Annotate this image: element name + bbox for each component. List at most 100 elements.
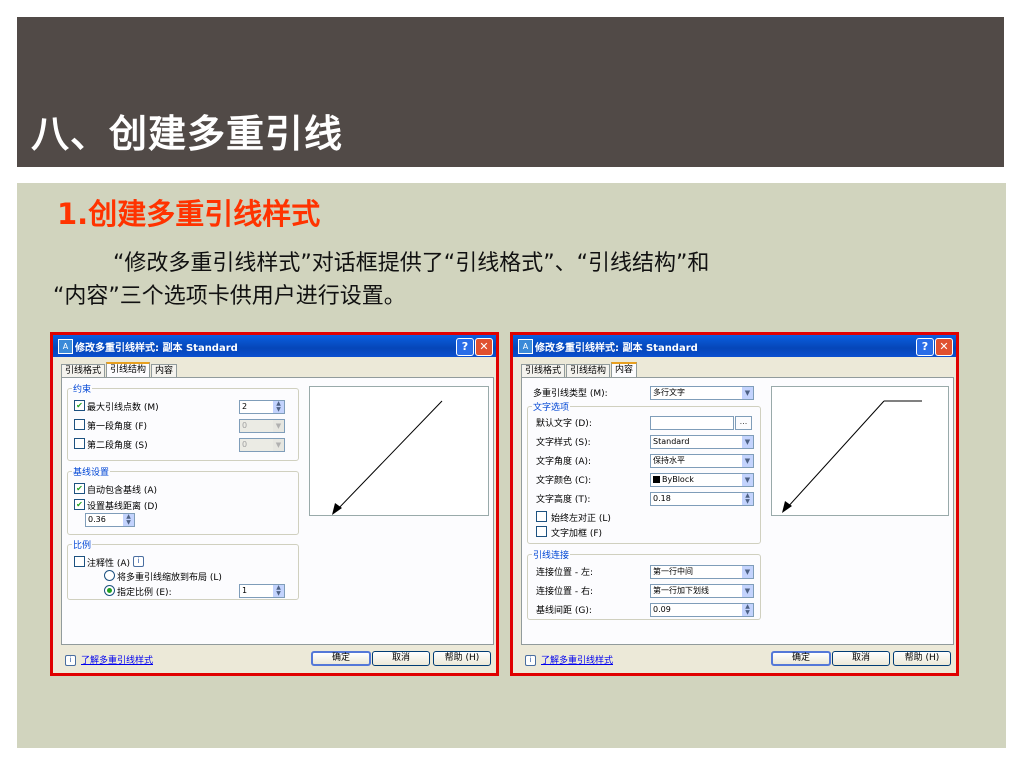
text-color-label: 文字颜色 (C): [536, 476, 592, 486]
slide-subtitle: 1.创建多重引线样式 [57, 197, 321, 231]
title-bar[interactable]: A 修改多重引线样式: 副本 Standard ? ✕ [513, 335, 956, 357]
second-angle-label: 第二段角度 (S) [87, 441, 148, 451]
content-preview-drawing [782, 400, 922, 513]
mleader-type-label: 多重引线类型 (M): [533, 389, 608, 399]
attach-right-label: 连接位置 - 右: [536, 587, 594, 597]
landing-gap-spinner[interactable]: 0.09 ▲ ▼ [650, 603, 754, 617]
tab-strip: 引线格式 引线结构 内容 [61, 362, 178, 380]
info-icon: i [65, 655, 76, 666]
help-title-button[interactable]: ? [456, 338, 474, 356]
max-points-label: 最大引线点数 (M) [87, 403, 159, 413]
attach-right-select[interactable]: 第一行加下划线 ▼ [650, 584, 754, 598]
title-bar[interactable]: A 修改多重引线样式: 副本 Standard ? ✕ [53, 335, 496, 357]
dialog-leader-structure: A 修改多重引线样式: 副本 Standard ? ✕ 引线格式 引线结构 内容… [50, 332, 499, 676]
close-icon[interactable]: ✕ [935, 338, 953, 356]
learn-mleader-style-link[interactable]: 了解多重引线样式 [541, 653, 613, 666]
first-angle-label: 第一段角度 (F) [87, 422, 148, 432]
chevron-down-icon: ▼ [273, 420, 284, 432]
autocad-app-icon: A [518, 339, 533, 354]
text-angle-label: 文字角度 (A): [536, 457, 592, 467]
color-swatch [653, 476, 660, 483]
spinner-arrows-icon[interactable]: ▲ ▼ [273, 401, 284, 413]
scale-to-layout-label: 将多重引线缩放到布局 (L) [117, 573, 222, 583]
dialog-title: 修改多重引线样式: 副本 Standard [75, 343, 238, 354]
landing-gap-label: 基线间距 (G): [536, 606, 592, 616]
attach-left-select[interactable]: 第一行中间 ▼ [650, 565, 754, 579]
specify-scale-value: 1 [242, 586, 248, 595]
group-title: 引线连接 [532, 548, 571, 561]
group-title: 约束 [72, 382, 93, 395]
slide-header: 八、创建多重引线 [17, 17, 1004, 167]
text-frame-label: 文字加框 (F) [551, 529, 603, 539]
attach-left-label: 连接位置 - 左: [536, 568, 594, 578]
help-button[interactable]: 帮助 (H) [893, 651, 951, 666]
auto-include-landing-checkbox[interactable]: ✔ [74, 483, 85, 494]
autocad-app-icon: A [58, 339, 73, 354]
help-button[interactable]: 帮助 (H) [433, 651, 491, 666]
chevron-down-icon: ▼ [742, 455, 753, 467]
chevron-down-icon: ▼ [742, 585, 753, 597]
text-height-label: 文字高度 (T): [536, 495, 591, 505]
spinner-arrows-icon[interactable]: ▲ ▼ [273, 585, 284, 597]
tab-panel: 多重引线类型 (M): 多行文字 ▼ 文字选项 默认文字 (D): ... 文字… [521, 377, 954, 645]
help-title-button[interactable]: ? [916, 338, 934, 356]
second-angle-select[interactable]: 0 ▼ [239, 438, 285, 452]
dialog-content: A 修改多重引线样式: 副本 Standard ? ✕ 引线格式 引线结构 内容… [510, 332, 959, 676]
landing-distance-value: 0.36 [88, 515, 106, 524]
tab-leader-structure[interactable]: 引线结构 [566, 364, 611, 378]
slide-content: 1.创建多重引线样式 “修改多重引线样式”对话框提供了“引线格式”、“引线结构”… [17, 183, 1006, 748]
leader-arrowhead [332, 503, 342, 515]
default-text-input[interactable] [650, 416, 734, 430]
specify-scale-label: 指定比例 (E): [117, 588, 172, 598]
text-style-value: Standard [653, 437, 690, 446]
set-landing-distance-checkbox[interactable]: ✔ [74, 499, 85, 510]
second-angle-checkbox[interactable] [74, 438, 85, 449]
spinner-arrows-icon[interactable]: ▲ ▼ [742, 604, 753, 616]
spinner-arrows-icon[interactable]: ▲ ▼ [742, 493, 753, 505]
attach-right-value: 第一行加下划线 [653, 586, 709, 595]
text-color-select[interactable]: ByBlock ▼ [650, 473, 754, 487]
dialog-title: 修改多重引线样式: 副本 Standard [535, 343, 698, 354]
specify-scale-spinner[interactable]: 1 ▲ ▼ [239, 584, 285, 598]
landing-distance-spinner[interactable]: 0.36 ▲ ▼ [85, 513, 135, 527]
tab-content[interactable]: 内容 [151, 364, 178, 378]
close-icon[interactable]: ✕ [475, 338, 493, 356]
cancel-button[interactable]: 取消 [372, 651, 430, 666]
always-left-justify-checkbox[interactable] [536, 511, 547, 522]
info-icon[interactable]: i [133, 556, 144, 567]
first-angle-select[interactable]: 0 ▼ [239, 419, 285, 433]
mleader-type-value: 多行文字 [653, 388, 685, 397]
scale-to-layout-radio[interactable] [104, 570, 115, 581]
default-text-label: 默认文字 (D): [536, 419, 592, 429]
text-angle-select[interactable]: 保持水平 ▼ [650, 454, 754, 468]
max-points-spinner[interactable]: 2 ▲ ▼ [239, 400, 285, 414]
specify-scale-radio[interactable] [104, 585, 115, 596]
slide-paragraph: “修改多重引线样式”对话框提供了“引线格式”、“引线结构”和 “内容”三个选项卡… [53, 247, 953, 313]
always-left-justify-label: 始终左对正 (L) [551, 514, 611, 524]
cancel-button[interactable]: 取消 [832, 651, 890, 666]
text-height-spinner[interactable]: 0.18 ▲ ▼ [650, 492, 754, 506]
max-points-checkbox[interactable]: ✔ [74, 400, 85, 411]
annotative-checkbox[interactable] [74, 556, 85, 567]
spinner-arrows-icon[interactable]: ▲ ▼ [123, 514, 134, 526]
leader-line [785, 400, 885, 510]
ok-button[interactable]: 确定 [311, 651, 371, 666]
tab-leader-format[interactable]: 引线格式 [521, 364, 566, 378]
max-points-value: 2 [242, 402, 248, 411]
browse-button[interactable]: ... [735, 416, 752, 430]
mleader-type-select[interactable]: 多行文字 ▼ [650, 386, 754, 400]
learn-mleader-style-link[interactable]: 了解多重引线样式 [81, 653, 153, 666]
text-style-select[interactable]: Standard ▼ [650, 435, 754, 449]
paragraph-line-2: “内容”三个选项卡供用户进行设置。 [53, 284, 406, 309]
first-angle-checkbox[interactable] [74, 419, 85, 430]
chevron-down-icon: ▼ [742, 474, 753, 486]
ok-button[interactable]: 确定 [771, 651, 831, 666]
group-title: 文字选项 [532, 400, 571, 413]
tab-panel: 约束 ✔ 最大引线点数 (M) 2 ▲ ▼ 第一段角度 (F) 0 ▼ 第二段角度… [61, 377, 494, 645]
chevron-down-icon: ▼ [742, 436, 753, 448]
tab-leader-format[interactable]: 引线格式 [61, 364, 106, 378]
text-color-value: ByBlock [662, 475, 694, 484]
paragraph-line-1: “修改多重引线样式”对话框提供了“引线格式”、“引线结构”和 [113, 251, 710, 276]
text-frame-checkbox[interactable] [536, 526, 547, 537]
leader-line [335, 400, 443, 512]
